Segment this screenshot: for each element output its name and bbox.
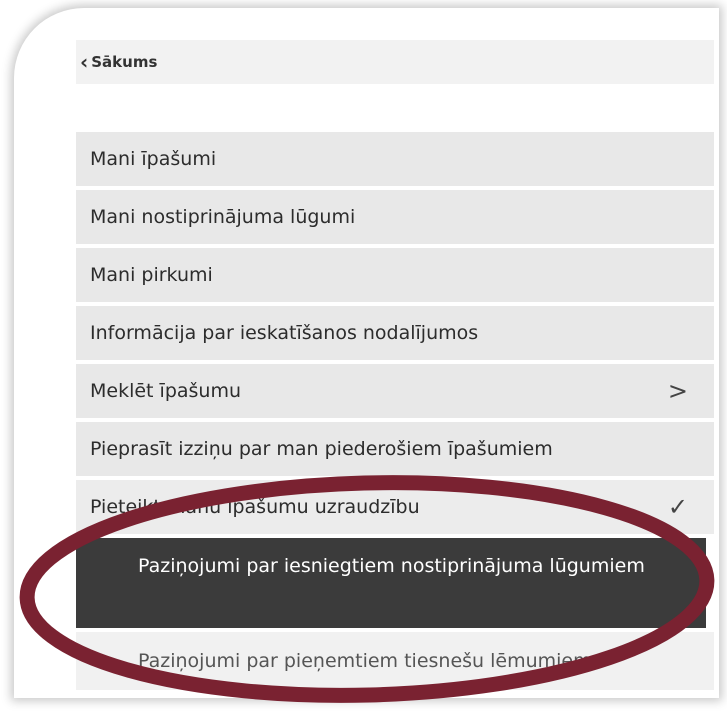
menu-item-label: Meklēt īpašumu (90, 380, 242, 402)
menu-item-request-certificate[interactable]: Pieprasīt izziņu par man piederošiem īpa… (76, 422, 714, 476)
menu-item-label: Mani īpašumi (90, 148, 217, 170)
back-link[interactable]: ‹ Sākums (76, 52, 157, 72)
back-label: Sākums (91, 53, 158, 71)
menu-item-my-purchases[interactable]: Mani pirkumi (76, 248, 714, 302)
menu-panel: ‹ Sākums Mani īpašumi Mani nostiprinājum… (14, 8, 719, 698)
menu-item-viewing-info[interactable]: Informācija par ieskatīšanos nodalījumos (76, 306, 714, 360)
menu-item-search-property[interactable]: Meklēt īpašumu > (76, 364, 714, 418)
chevron-right-icon: > (667, 377, 688, 405)
menu-item-my-properties[interactable]: Mani īpašumi (76, 132, 714, 186)
submenu-item-label: Paziņojumi par iesniegtiem nostiprinājum… (138, 555, 645, 577)
submenu-item-label: Paziņojumi par pieņemtiem tiesnešu lēmum… (138, 650, 592, 672)
menu-item-label: Pieprasīt izziņu par man piederošiem īpa… (90, 438, 553, 460)
navigation-menu: Mani īpašumi Mani nostiprinājuma lūgumi … (76, 132, 714, 690)
menu-item-my-requests[interactable]: Mani nostiprinājuma lūgumi (76, 190, 714, 244)
menu-item-property-monitoring[interactable]: Pieteikt manu īpašumu uzraudzību ✓ (76, 480, 714, 534)
back-bar: ‹ Sākums (76, 40, 714, 84)
menu-item-label: Mani pirkumi (90, 264, 213, 286)
chevron-down-icon: ✓ (667, 493, 688, 521)
chevron-left-icon: ‹ (80, 50, 89, 74)
menu-item-label: Pieteikt manu īpašumu uzraudzību (90, 496, 420, 518)
submenu-item-decision-notifications[interactable]: Paziņojumi par pieņemtiem tiesnešu lēmum… (76, 632, 714, 690)
menu-item-label: Informācija par ieskatīšanos nodalījumos (90, 322, 479, 344)
submenu-item-request-notifications[interactable]: Paziņojumi par iesniegtiem nostiprinājum… (76, 538, 706, 628)
menu-item-label: Mani nostiprinājuma lūgumi (90, 206, 356, 228)
